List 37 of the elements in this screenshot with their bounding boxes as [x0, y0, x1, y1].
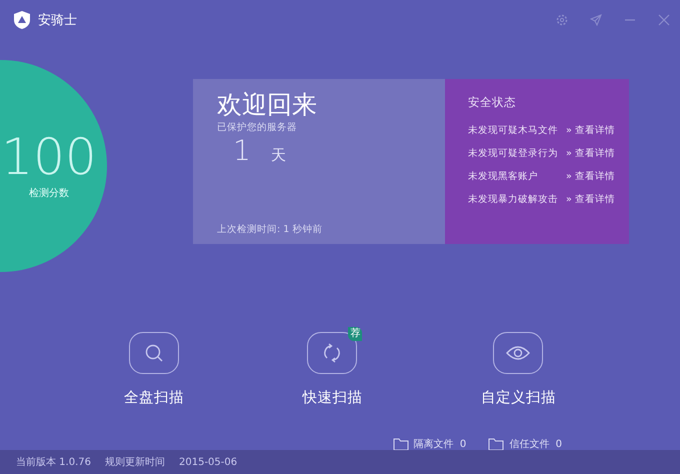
file-list-button[interactable]: 信任文件 0	[488, 437, 562, 451]
close-icon	[658, 14, 670, 26]
eye-icon	[506, 345, 530, 361]
welcome-title: 欢迎回来	[217, 91, 318, 118]
search-icon	[144, 343, 164, 363]
days-count: 1	[233, 134, 251, 166]
details-link[interactable]: » 查看详情	[566, 124, 615, 147]
folder-icon	[392, 437, 409, 451]
update-date: 2015-05-06	[179, 456, 238, 468]
status-text: 未发现暴力破解攻击	[468, 193, 558, 207]
score-label: 检测分数	[29, 186, 69, 200]
protected-label: 已保护您的服务器	[217, 120, 298, 134]
details-link[interactable]: » 查看详情	[566, 147, 615, 170]
folder-icon	[488, 437, 504, 451]
version-text: 当前版本 1.0.76	[16, 456, 91, 469]
refresh-icon	[323, 343, 342, 363]
scan-button[interactable]: 全盘扫描	[124, 332, 184, 407]
shield-logo-icon	[14, 11, 30, 29]
score-value: 100	[1, 132, 97, 182]
settings-button[interactable]	[556, 14, 568, 26]
status-text: 未发现黑客账户	[468, 170, 538, 184]
last-check-time: 上次检测时间: 1 秒钟前	[217, 223, 324, 236]
window-title: 安骑士	[38, 12, 77, 29]
update-time-label: 规则更新时间	[105, 456, 165, 469]
gear-icon	[556, 14, 568, 26]
security-status-title: 安全状态	[468, 95, 517, 110]
status-text: 未发现可疑登录行为	[468, 147, 558, 161]
file-list-button[interactable]: 隔离文件 0	[392, 437, 466, 451]
scan-button[interactable]: 自定义扫描	[480, 332, 556, 407]
status-text: 未发现可疑木马文件	[468, 124, 558, 138]
days-unit: 天	[270, 146, 286, 164]
close-button[interactable]	[658, 14, 670, 26]
recommend-badge: 荐	[348, 327, 362, 341]
paper-plane-icon	[590, 14, 602, 26]
details-link[interactable]: » 查看详情	[566, 193, 615, 216]
details-link[interactable]: » 查看详情	[566, 170, 615, 193]
paper-plane-button[interactable]	[590, 14, 602, 26]
